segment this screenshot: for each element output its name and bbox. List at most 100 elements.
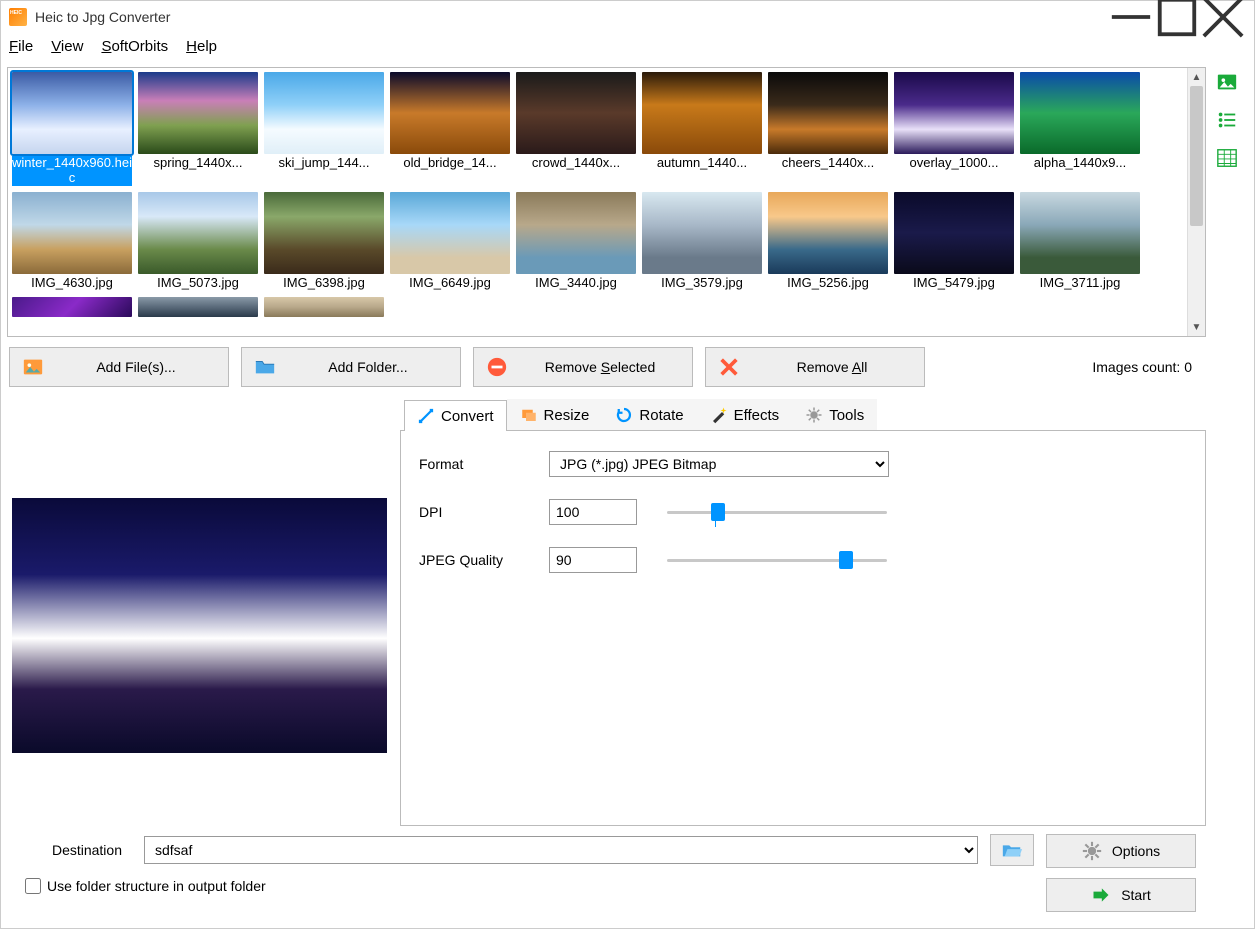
menu-view[interactable]: View <box>51 38 83 55</box>
thumbnail[interactable] <box>12 297 132 317</box>
start-button[interactable]: Start <box>1046 878 1196 912</box>
thumbnail-label: IMG_5256.jpg <box>768 276 888 291</box>
menu-file[interactable]: File <box>9 38 33 55</box>
tab-bar: Convert Resize Rotate Effects <box>400 395 1206 431</box>
minimize-button[interactable] <box>1108 1 1154 33</box>
scrollbar[interactable]: ▲ ▼ <box>1187 68 1205 336</box>
tab-rotate[interactable]: Rotate <box>602 399 696 430</box>
thumbnail-label: IMG_3579.jpg <box>642 276 762 291</box>
view-list-button[interactable] <box>1209 105 1245 135</box>
menu-help[interactable]: Help <box>186 38 217 55</box>
thumbnail-image <box>264 72 384 154</box>
remove-all-button[interactable]: Remove All <box>705 347 925 387</box>
thumbnail-image <box>516 192 636 274</box>
thumbnail-label: IMG_3440.jpg <box>516 276 636 291</box>
thumbnail-label: IMG_3711.jpg <box>1020 276 1140 291</box>
thumbnail[interactable] <box>138 297 258 317</box>
tab-effects-label: Effects <box>734 407 780 424</box>
thumbnail[interactable]: old_bridge_14... <box>390 72 510 186</box>
thumbnail[interactable]: ski_jump_144... <box>264 72 384 186</box>
thumbnail-label: IMG_5479.jpg <box>894 276 1014 291</box>
thumbnail-grid: winter_1440x960.heicspring_1440x... ski_j… <box>7 67 1206 337</box>
thumbnail-image <box>768 72 888 154</box>
tab-convert[interactable]: Convert <box>404 400 507 431</box>
add-files-button[interactable]: Add File(s)... <box>9 347 229 387</box>
destination-select[interactable]: sdfsaf <box>144 836 978 864</box>
app-title: Heic to Jpg Converter <box>35 9 1108 25</box>
quality-input[interactable] <box>549 547 637 573</box>
thumbnail-image <box>138 72 258 154</box>
use-folder-structure-checkbox[interactable] <box>25 878 41 894</box>
browse-folder-button[interactable] <box>990 834 1034 866</box>
titlebar: Heic to Jpg Converter <box>1 1 1254 33</box>
use-folder-structure-label: Use folder structure in output folder <box>47 878 266 894</box>
images-count: Images count: 0 <box>1092 359 1204 375</box>
tools-icon <box>805 406 823 424</box>
thumbnail-image <box>516 72 636 154</box>
thumbnail-image <box>264 192 384 274</box>
resize-icon <box>520 406 538 424</box>
tab-effects[interactable]: Effects <box>697 399 793 430</box>
options-button[interactable]: Options <box>1046 834 1196 868</box>
view-details-button[interactable] <box>1209 143 1245 173</box>
scroll-up-button[interactable]: ▲ <box>1188 68 1205 86</box>
dpi-input[interactable] <box>549 499 637 525</box>
close-button[interactable] <box>1200 1 1246 33</box>
thumbnail-label: IMG_6649.jpg <box>390 276 510 291</box>
thumbnail-label: IMG_5073.jpg <box>138 276 258 291</box>
thumbnail[interactable]: IMG_5256.jpg <box>768 192 888 291</box>
add-folder-button[interactable]: Add Folder... <box>241 347 461 387</box>
thumbnail-image <box>12 297 132 317</box>
maximize-button[interactable] <box>1154 1 1200 33</box>
thumbnail-label: autumn_1440... <box>642 156 762 171</box>
thumbnail[interactable]: IMG_4630.jpg <box>12 192 132 291</box>
view-thumbnails-button[interactable] <box>1209 67 1245 97</box>
thumbnail[interactable]: IMG_6649.jpg <box>390 192 510 291</box>
thumbnail-label: ski_jump_144... <box>264 156 384 171</box>
tab-tools[interactable]: Tools <box>792 399 877 430</box>
thumbnail-image <box>138 192 258 274</box>
thumbnail[interactable]: alpha_1440x9... <box>1020 72 1140 186</box>
thumbnail-label: old_bridge_14... <box>390 156 510 171</box>
scroll-thumb[interactable] <box>1190 86 1203 226</box>
thumbnail[interactable]: IMG_3711.jpg <box>1020 192 1140 291</box>
thumbnail[interactable]: winter_1440x960.heic <box>12 72 132 186</box>
remove-selected-button[interactable]: Remove Selected <box>473 347 693 387</box>
thumbnail[interactable] <box>264 297 384 317</box>
thumbnail[interactable]: overlay_1000... <box>894 72 1014 186</box>
thumbnail-image <box>138 297 258 317</box>
delete-icon <box>718 356 740 378</box>
view-switcher <box>1206 61 1254 928</box>
remove-icon <box>486 356 508 378</box>
thumbnail-image <box>894 72 1014 154</box>
tab-content: Format JPG (*.jpg) JPEG Bitmap DPI JPEG … <box>400 431 1206 826</box>
quality-slider[interactable] <box>667 550 887 570</box>
tab-resize[interactable]: Resize <box>507 399 603 430</box>
thumbnail[interactable]: autumn_1440... <box>642 72 762 186</box>
image-icon <box>22 356 44 378</box>
thumbnail[interactable]: crowd_1440x... <box>516 72 636 186</box>
thumbnail[interactable]: IMG_5479.jpg <box>894 192 1014 291</box>
tab-resize-label: Resize <box>544 407 590 424</box>
thumbnail-image <box>390 192 510 274</box>
thumbnail[interactable]: IMG_5073.jpg <box>138 192 258 291</box>
thumbnail[interactable]: IMG_3579.jpg <box>642 192 762 291</box>
gear-icon <box>1082 841 1102 861</box>
thumbnail-image <box>894 192 1014 274</box>
format-label: Format <box>419 456 549 472</box>
menu-softorbits[interactable]: SoftOrbits <box>101 38 168 55</box>
thumbnail[interactable]: IMG_3440.jpg <box>516 192 636 291</box>
format-select[interactable]: JPG (*.jpg) JPEG Bitmap <box>549 451 889 477</box>
thumbnail-image <box>642 192 762 274</box>
thumbnail[interactable]: IMG_6398.jpg <box>264 192 384 291</box>
dpi-slider[interactable] <box>667 502 887 522</box>
thumbnail[interactable]: cheers_1440x... <box>768 72 888 186</box>
rotate-icon <box>615 406 633 424</box>
preview-image <box>12 498 387 753</box>
thumbnail-image <box>642 72 762 154</box>
thumbnail-label: crowd_1440x... <box>516 156 636 171</box>
quality-label: JPEG Quality <box>419 552 549 568</box>
scroll-down-button[interactable]: ▼ <box>1188 318 1205 336</box>
thumbnail[interactable]: spring_1440x... <box>138 72 258 186</box>
convert-icon <box>417 407 435 425</box>
